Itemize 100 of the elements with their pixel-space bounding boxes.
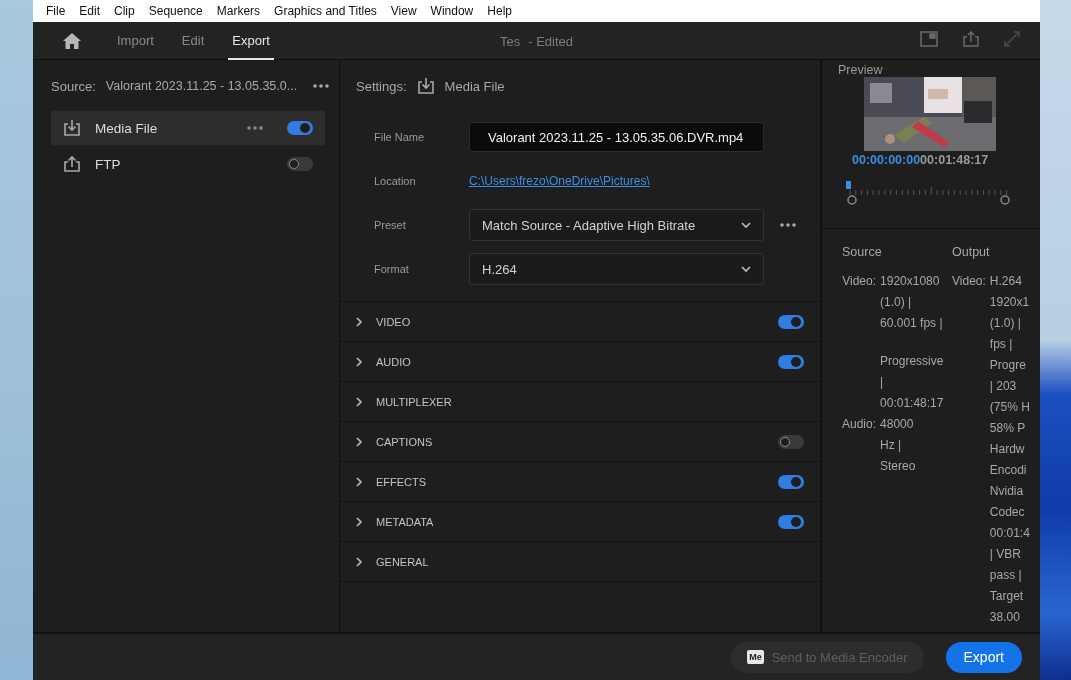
summary-value: 60.001 fps |	[880, 315, 944, 332]
field-label: Format	[374, 263, 410, 275]
destination-item[interactable]: Media File	[51, 111, 325, 145]
summary-value: 00:01:4	[989, 525, 1030, 542]
chevron-right-icon[interactable]	[354, 476, 364, 487]
toggle-switch[interactable]	[778, 474, 804, 489]
menu-item[interactable]: Graphics and Titles	[267, 4, 384, 18]
summary-value: (1.0) |	[989, 315, 1022, 332]
chevron-down-icon[interactable]	[741, 264, 751, 274]
menu-item[interactable]: View	[383, 4, 424, 18]
menu-item[interactable]: Markers	[209, 4, 268, 18]
toggle-switch[interactable]	[778, 434, 804, 449]
summary-value: Nvidia	[989, 483, 1025, 500]
section-header[interactable]: GENERAL	[340, 542, 820, 582]
tab[interactable]: Import	[113, 21, 158, 60]
file-name-field[interactable]: Valorant 2023.11.25 - 13.05.35.06.DVR.mp4	[469, 122, 764, 152]
tab[interactable]: Export	[228, 21, 274, 60]
summary-value: Stereo	[880, 458, 917, 475]
section-header[interactable]: AUDIO	[340, 342, 820, 382]
menu-item[interactable]: Clip	[107, 4, 142, 18]
menu-item[interactable]: Sequence	[141, 4, 210, 18]
toggle-switch[interactable]	[778, 514, 804, 529]
summary-value: |	[880, 374, 885, 391]
summary-value: | 203	[989, 378, 1018, 395]
section-title: AUDIO	[376, 355, 412, 368]
toggle-switch[interactable]	[287, 157, 313, 171]
menu-item[interactable]: Window	[423, 4, 481, 18]
tab[interactable]: Edit	[177, 21, 209, 60]
field-label: Preset	[374, 219, 407, 231]
chevron-right-icon[interactable]	[354, 396, 364, 407]
summary-value: (75% H	[989, 399, 1030, 416]
export-button[interactable]: Export	[945, 641, 1022, 673]
destination-label: Media File	[95, 120, 159, 136]
summary-value: Progressive	[880, 353, 944, 370]
dropdown[interactable]: H.264	[469, 253, 764, 285]
summary-value: Target	[989, 588, 1025, 605]
chevron-right-icon[interactable]	[354, 316, 364, 327]
summary-value: Codec	[989, 504, 1026, 521]
section-header[interactable]: VIDEO	[340, 302, 820, 342]
section-header[interactable]: EFFECTS	[340, 462, 820, 502]
more-icon[interactable]	[313, 84, 330, 88]
app-badge: Me	[747, 650, 764, 664]
location-link[interactable]: C:\Users\frezo\OneDrive\Pictures\	[469, 174, 650, 188]
section-header[interactable]: METADATA	[340, 502, 820, 542]
home-icon[interactable]	[63, 32, 81, 49]
summary-value: pass |	[989, 567, 1023, 584]
menu-item[interactable]: Edit	[72, 4, 108, 18]
source-label: Source:	[51, 78, 96, 94]
download-icon	[63, 119, 81, 137]
summary-value: Hardw	[989, 441, 1026, 458]
toggle-switch[interactable]	[287, 121, 313, 135]
summary-label: Audio:	[842, 416, 877, 433]
section-header[interactable]: MULTIPLEXER	[340, 382, 820, 422]
summary-value: 1920x1	[989, 294, 1030, 311]
section-title: CAPTIONS	[376, 435, 434, 448]
summary-heading: Source	[842, 245, 883, 259]
summary-value: fps |	[989, 336, 1014, 353]
summary-value: 58% P	[989, 420, 1027, 437]
settings-label: Settings:	[356, 78, 407, 94]
panel-icon[interactable]	[920, 31, 938, 47]
summary-label: Video:	[952, 273, 986, 290]
summary-value: Encodi	[989, 462, 1028, 479]
summary-value: Progre	[989, 357, 1027, 374]
section-title: METADATA	[376, 515, 435, 528]
destination-item[interactable]: FTP	[51, 147, 325, 181]
summary-value: H.264	[989, 273, 1023, 290]
chevron-right-icon[interactable]	[354, 436, 364, 447]
settings-value: Media File	[444, 78, 505, 94]
more-icon[interactable]	[247, 126, 263, 130]
section-title: MULTIPLEXER	[376, 395, 453, 408]
chevron-down-icon[interactable]	[741, 220, 751, 230]
duration-timecode: 00:01:48:17	[920, 153, 989, 167]
chevron-right-icon[interactable]	[354, 556, 364, 567]
menu-item[interactable]: Help	[480, 4, 519, 18]
chevron-right-icon[interactable]	[354, 356, 364, 367]
section-header[interactable]: CAPTIONS	[340, 422, 820, 462]
current-timecode: 00:00:00:00	[852, 153, 921, 167]
more-icon[interactable]	[780, 223, 796, 227]
toggle-switch[interactable]	[778, 314, 804, 329]
menu-item[interactable]: File	[39, 4, 73, 18]
share-icon[interactable]	[962, 31, 980, 47]
chevron-right-icon[interactable]	[354, 516, 364, 527]
toggle-switch[interactable]	[778, 354, 804, 369]
field-label: Location	[374, 175, 417, 187]
project-title: Tes	[499, 33, 521, 49]
summary-value: 48000	[880, 416, 915, 433]
section-title: VIDEO	[376, 315, 412, 328]
summary-value: (1.0) |	[880, 294, 913, 311]
source-name: Valorant 2023.11.25 - 13.05.35.0...	[105, 79, 298, 93]
summary-value: Hz |	[880, 437, 903, 454]
summary-heading: Output	[952, 245, 991, 259]
destination-label: FTP	[95, 156, 122, 172]
upload-icon	[63, 155, 81, 173]
preview-title: Preview	[837, 62, 884, 77]
summary-value: 38.00	[989, 609, 1021, 626]
download-icon	[416, 77, 435, 95]
section-title: EFFECTS	[376, 475, 428, 488]
section-title: GENERAL	[376, 555, 430, 568]
field-label: File Name	[374, 131, 426, 143]
dropdown[interactable]: Match Source - Adaptive High Bitrate	[469, 209, 764, 241]
